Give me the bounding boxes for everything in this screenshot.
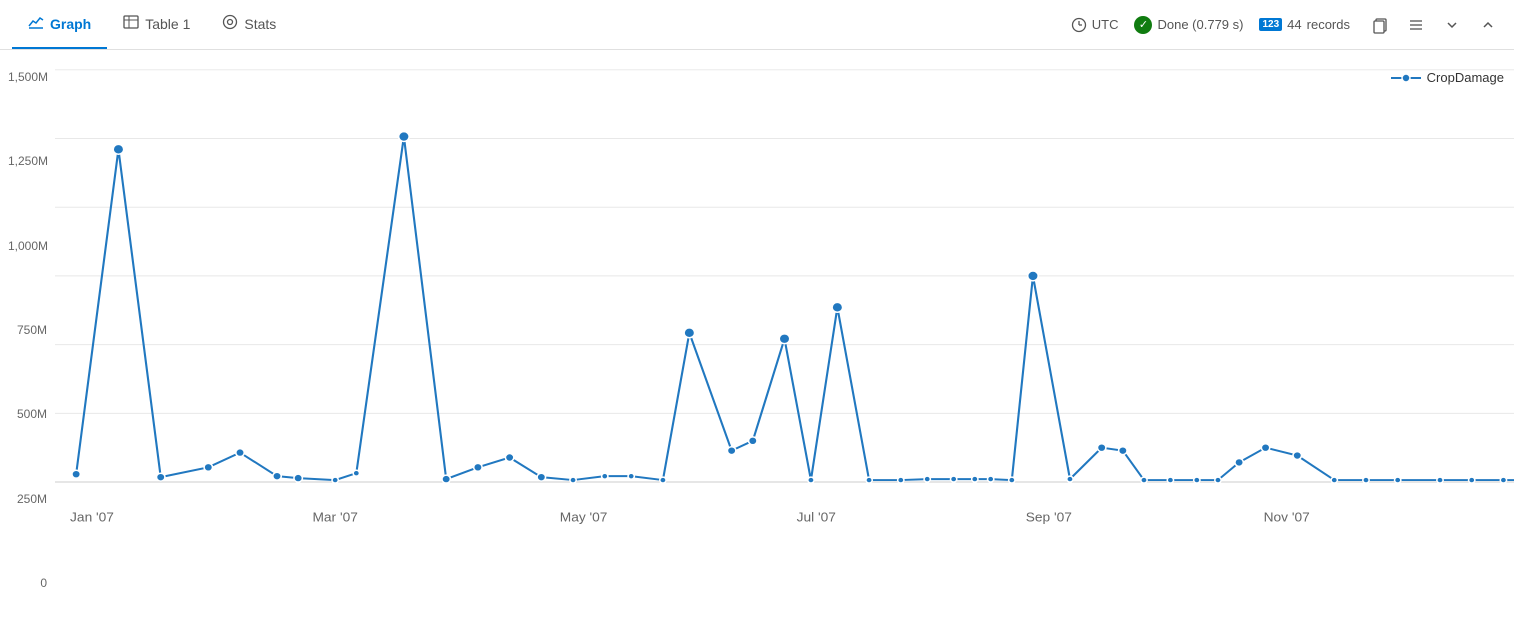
y-label-500: 500M <box>8 407 47 421</box>
y-label-0: 0 <box>8 576 47 590</box>
chart-inner: Jan '07 Mar '07 May '07 Jul '07 Sep '07 … <box>55 60 1514 630</box>
svg-text:Mar '07: Mar '07 <box>312 510 357 524</box>
y-label-750: 750M <box>8 323 47 337</box>
tab-table1[interactable]: Table 1 <box>107 0 206 49</box>
svg-text:Jul '07: Jul '07 <box>797 510 836 524</box>
top-bar: Graph Table 1 Stats UTC <box>0 0 1514 50</box>
records-count: 44 <box>1287 17 1301 32</box>
svg-text:Sep '07: Sep '07 <box>1026 510 1072 524</box>
tab-stats[interactable]: Stats <box>206 0 292 49</box>
chart-area: 1,500M 1,250M 1,000M 750M 500M 250M 0 <box>0 50 1514 630</box>
collapse-button[interactable] <box>1474 11 1502 39</box>
done-badge: ✓ Done (0.779 s) <box>1134 16 1243 34</box>
tab-graph-label: Graph <box>50 16 91 32</box>
y-label-1500: 1,500M <box>8 70 47 84</box>
y-axis: 1,500M 1,250M 1,000M 750M 500M 250M 0 <box>0 60 55 630</box>
status-area: UTC ✓ Done (0.779 s) 123 44 records <box>1071 11 1502 39</box>
y-label-1250: 1,250M <box>8 154 47 168</box>
records-icon: 123 <box>1259 18 1282 31</box>
chart-legend: CropDamage <box>1391 70 1504 85</box>
main-chart-svg: Jan '07 Mar '07 May '07 Jul '07 Sep '07 … <box>55 60 1514 590</box>
tab-graph[interactable]: Graph <box>12 0 107 49</box>
tab-table1-label: Table 1 <box>145 16 190 32</box>
y-label-1000: 1,000M <box>8 239 47 253</box>
legend-line-icon <box>1391 72 1421 84</box>
legend-label: CropDamage <box>1427 70 1504 85</box>
done-label: Done (0.779 s) <box>1157 17 1243 32</box>
svg-text:May '07: May '07 <box>560 510 608 524</box>
utc-label: UTC <box>1092 17 1119 32</box>
chevron-down-button[interactable] <box>1438 11 1466 39</box>
utc-badge[interactable]: UTC <box>1071 17 1119 33</box>
stats-icon <box>222 14 238 33</box>
clock-icon <box>1071 17 1087 33</box>
y-label-250: 250M <box>8 492 47 506</box>
columns-button[interactable] <box>1402 11 1430 39</box>
done-check-icon: ✓ <box>1134 16 1152 34</box>
svg-text:Jan '07: Jan '07 <box>70 510 114 524</box>
table-icon <box>123 14 139 33</box>
svg-text:Nov '07: Nov '07 <box>1264 510 1310 524</box>
copy-button[interactable] <box>1366 11 1394 39</box>
toolbar-icons <box>1366 11 1502 39</box>
tab-stats-label: Stats <box>244 16 276 32</box>
records-label: records <box>1307 17 1350 32</box>
graph-icon <box>28 14 44 33</box>
records-badge: 123 44 records <box>1259 17 1350 32</box>
